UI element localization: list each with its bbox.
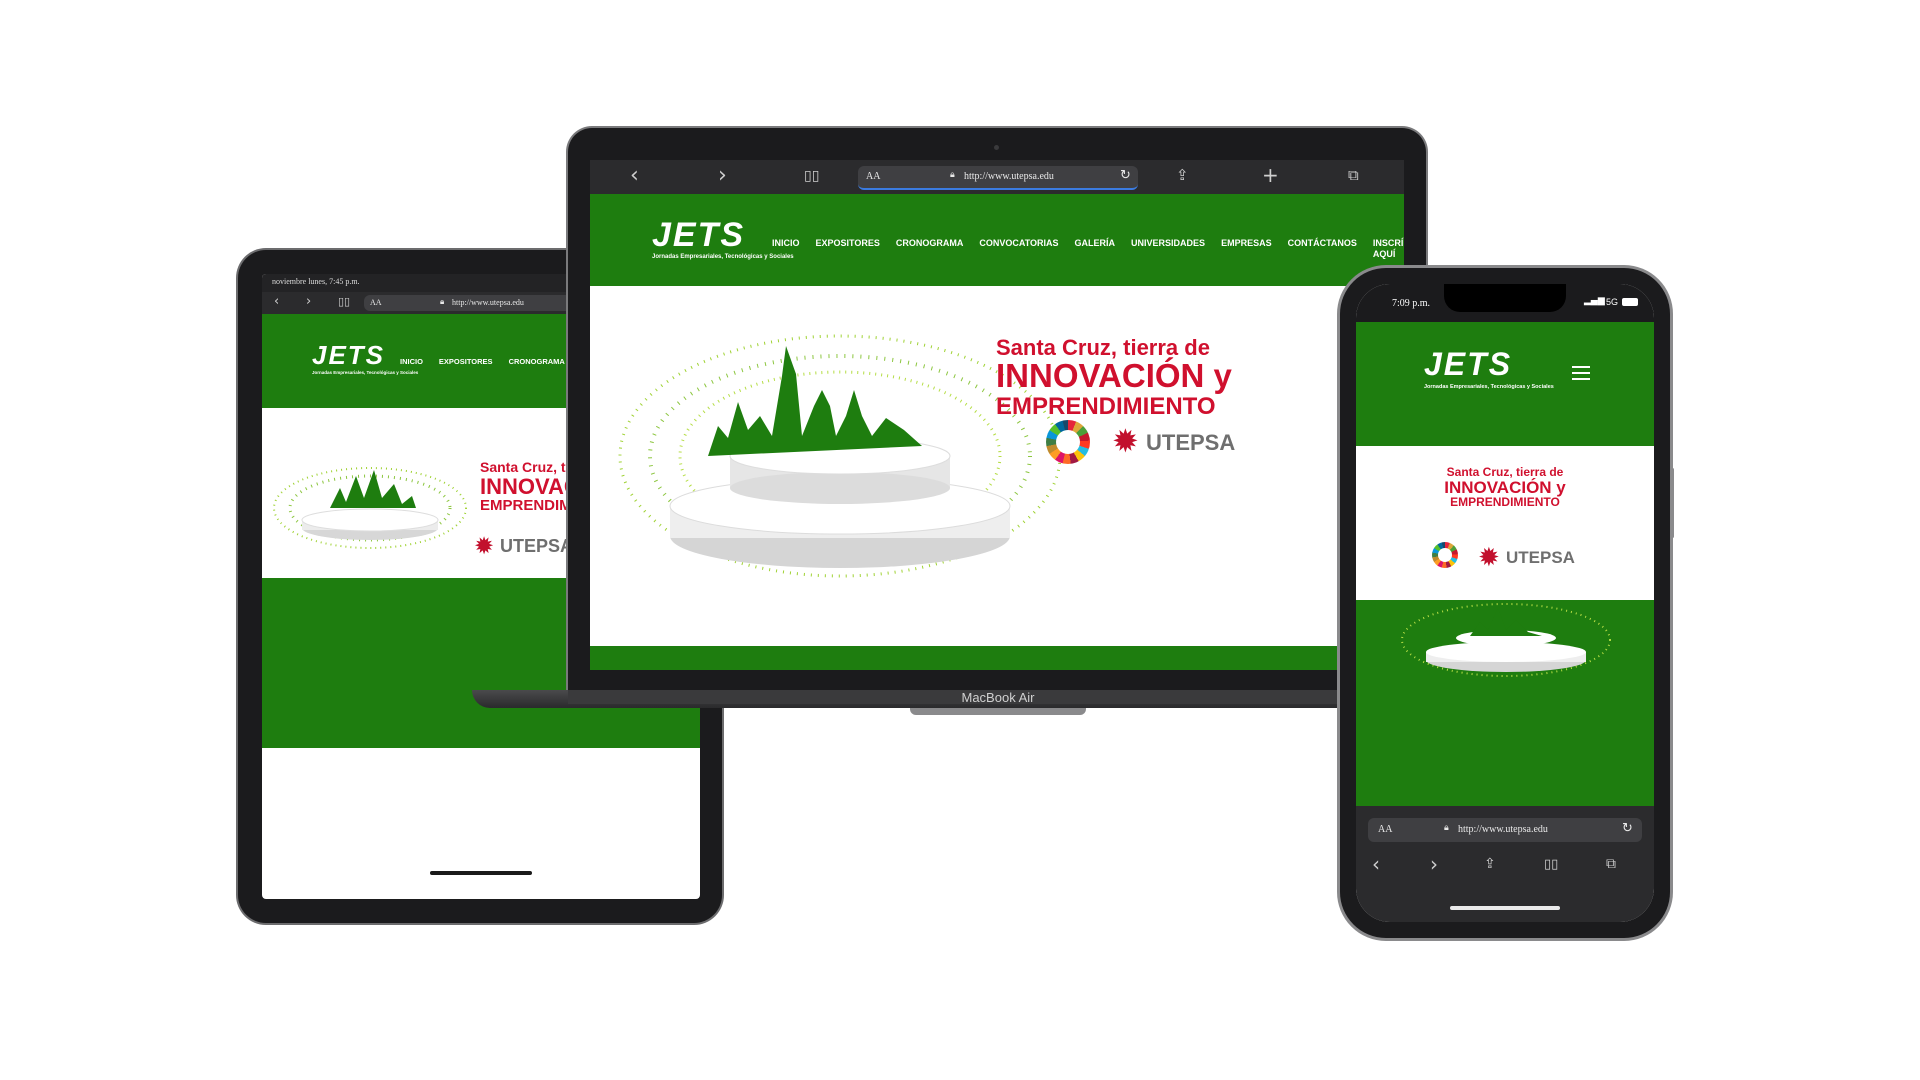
- lock-icon: 🔒︎: [950, 170, 955, 180]
- phone-green-section: [1356, 600, 1654, 806]
- nav-inicio[interactable]: INICIO: [772, 238, 800, 260]
- tablet-logo-subtitle: Jornadas Empresariales, Tecnológicas y S…: [312, 370, 419, 375]
- url-text: http://www.utepsa.edu: [1458, 824, 1548, 835]
- tablet-status-text: noviembre lunes, 7:45 p.m.: [272, 277, 360, 286]
- nav-expositores[interactable]: EXPOSITORES: [439, 357, 493, 366]
- back-icon[interactable]: ‹: [274, 294, 279, 309]
- phone-podium-graphic: [1401, 603, 1611, 677]
- tablet-home-indicator: [430, 871, 532, 875]
- laptop-screen: ‹ › ▯▯ AA 🔒︎ http://www.utepsa.edu ↻ ⇪ +…: [590, 160, 1404, 670]
- phone-hero: Santa Cruz, tierra de INNOVACIÓN y EMPRE…: [1356, 446, 1654, 600]
- laptop-utepsa-logo: UTEPSA: [1146, 430, 1236, 455]
- phone-logo-subtitle: Jornadas Empresariales, Tecnológicas y S…: [1424, 384, 1554, 390]
- forward-icon[interactable]: ›: [1430, 852, 1438, 876]
- phone-browser-bar: AA 🔒︎ http://www.utepsa.edu ↻ ‹ › ⇪ ▯▯ ⧉: [1356, 806, 1654, 922]
- bookmarks-icon[interactable]: ▯▯: [804, 168, 819, 184]
- nav-convocatorias[interactable]: CONVOCATORIAS: [979, 238, 1058, 260]
- phone-utepsa-logo: UTEPSA: [1506, 548, 1575, 567]
- back-icon[interactable]: ‹: [630, 163, 639, 188]
- url-text: http://www.utepsa.edu: [452, 298, 524, 307]
- reload-icon[interactable]: ↻: [1622, 821, 1633, 836]
- phone-site-header: JETS Jornadas Empresariales, Tecnológica…: [1356, 322, 1654, 446]
- lock-icon: 🔒︎: [1444, 823, 1449, 833]
- phone-status-bar: 7:09 p.m. ▂▄▆ 5G: [1356, 284, 1654, 322]
- lock-icon: 🔒︎: [440, 297, 445, 306]
- tablet-utepsa-star-icon: ✹: [474, 533, 495, 560]
- new-tab-icon[interactable]: +: [1262, 163, 1279, 187]
- forward-icon[interactable]: ›: [718, 163, 727, 188]
- laptop-site-header: JETS Jornadas Empresariales, Tecnológica…: [590, 194, 1404, 286]
- tablet-nav: INICIO EXPOSITORES CRONOGRAMA: [400, 357, 565, 366]
- laptop-logo[interactable]: JETS: [652, 216, 745, 255]
- forward-icon[interactable]: ›: [306, 294, 311, 309]
- text-size-button[interactable]: AA: [866, 171, 880, 182]
- phone-headline: Santa Cruz, tierra de INNOVACIÓN y EMPRE…: [1444, 465, 1566, 510]
- text-size-button[interactable]: AA: [1378, 824, 1392, 835]
- phone-network: 5G: [1606, 297, 1619, 307]
- tablet-podium-graphic: [273, 467, 467, 549]
- hamburger-menu-icon[interactable]: [1572, 366, 1590, 380]
- laptop-model-label: MacBook Air: [961, 690, 1035, 705]
- phone-screen: 7:09 p.m. ▂▄▆ 5G JETS Jornadas Empresari…: [1356, 284, 1654, 922]
- battery-icon: [1622, 298, 1638, 306]
- phone-home-indicator: [1450, 906, 1560, 910]
- laptop-nav: INICIO EXPOSITORES CRONOGRAMA CONVOCATOR…: [772, 238, 1404, 260]
- nav-galeria[interactable]: GALERÍA: [1075, 238, 1116, 260]
- back-icon[interactable]: ‹: [1372, 852, 1380, 876]
- laptop-lid: ‹ › ▯▯ AA 🔒︎ http://www.utepsa.edu ↻ ⇪ +…: [568, 128, 1426, 690]
- phone-notch: [1444, 284, 1566, 312]
- reload-icon[interactable]: ↻: [1120, 168, 1131, 183]
- share-icon[interactable]: ⇪: [1176, 166, 1189, 184]
- laptop-sdg-wheel-logo: [1046, 420, 1090, 464]
- text-size-button[interactable]: AA: [370, 298, 382, 307]
- phone-side-button: [1671, 468, 1674, 538]
- bookmarks-icon[interactable]: ▯▯: [338, 295, 350, 308]
- laptop-utepsa-star-icon: ✹: [1112, 423, 1139, 459]
- nav-universidades[interactable]: UNIVERSIDADES: [1131, 238, 1205, 260]
- phone-utepsa-star-icon: ✹: [1478, 542, 1500, 572]
- laptop-camera: [994, 145, 999, 150]
- tablet-logo[interactable]: JETS: [312, 340, 385, 371]
- laptop-headline: Santa Cruz, tierra de INNOVACIÓN y EMPRE…: [996, 335, 1232, 420]
- nav-cronograma[interactable]: CRONOGRAMA: [509, 357, 565, 366]
- tablet-utepsa-logo: UTEPSA: [500, 536, 574, 556]
- laptop-trackpad-notch: [910, 708, 1086, 715]
- phone-device: 7:09 p.m. ▂▄▆ 5G JETS Jornadas Empresari…: [1340, 268, 1674, 938]
- tabs-overview-icon[interactable]: ⧉: [1348, 166, 1359, 184]
- nav-empresas[interactable]: EMPRESAS: [1221, 238, 1272, 260]
- nav-expositores[interactable]: EXPOSITORES: [816, 238, 880, 260]
- signal-icon: ▂▄▆: [1584, 296, 1605, 306]
- laptop-green-strip: [590, 646, 1404, 670]
- nav-inscribete[interactable]: INSCRÍBETE AQUÍ: [1373, 238, 1404, 260]
- phone-address-bar[interactable]: AA 🔒︎ http://www.utepsa.edu ↻: [1368, 818, 1642, 842]
- tabs-overview-icon[interactable]: ⧉: [1606, 856, 1616, 872]
- phone-logo[interactable]: JETS: [1424, 346, 1512, 383]
- bookmarks-icon[interactable]: ▯▯: [1544, 857, 1558, 872]
- nav-inicio[interactable]: INICIO: [400, 357, 423, 366]
- share-icon[interactable]: ⇪: [1484, 856, 1496, 872]
- laptop-address-bar[interactable]: AA 🔒︎ http://www.utepsa.edu ↻: [858, 166, 1138, 190]
- phone-sdg-wheel-logo: [1432, 542, 1458, 568]
- url-text: http://www.utepsa.edu: [964, 171, 1054, 182]
- nav-cronograma[interactable]: CRONOGRAMA: [896, 238, 964, 260]
- phone-time: 7:09 p.m.: [1392, 298, 1431, 309]
- nav-contactanos[interactable]: CONTÁCTANOS: [1288, 238, 1357, 260]
- laptop-hero-banner: Santa Cruz, tierra de INNOVACIÓN y EMPRE…: [590, 286, 1404, 646]
- laptop-browser-bar: ‹ › ▯▯ AA 🔒︎ http://www.utepsa.edu ↻ ⇪ +…: [590, 160, 1404, 194]
